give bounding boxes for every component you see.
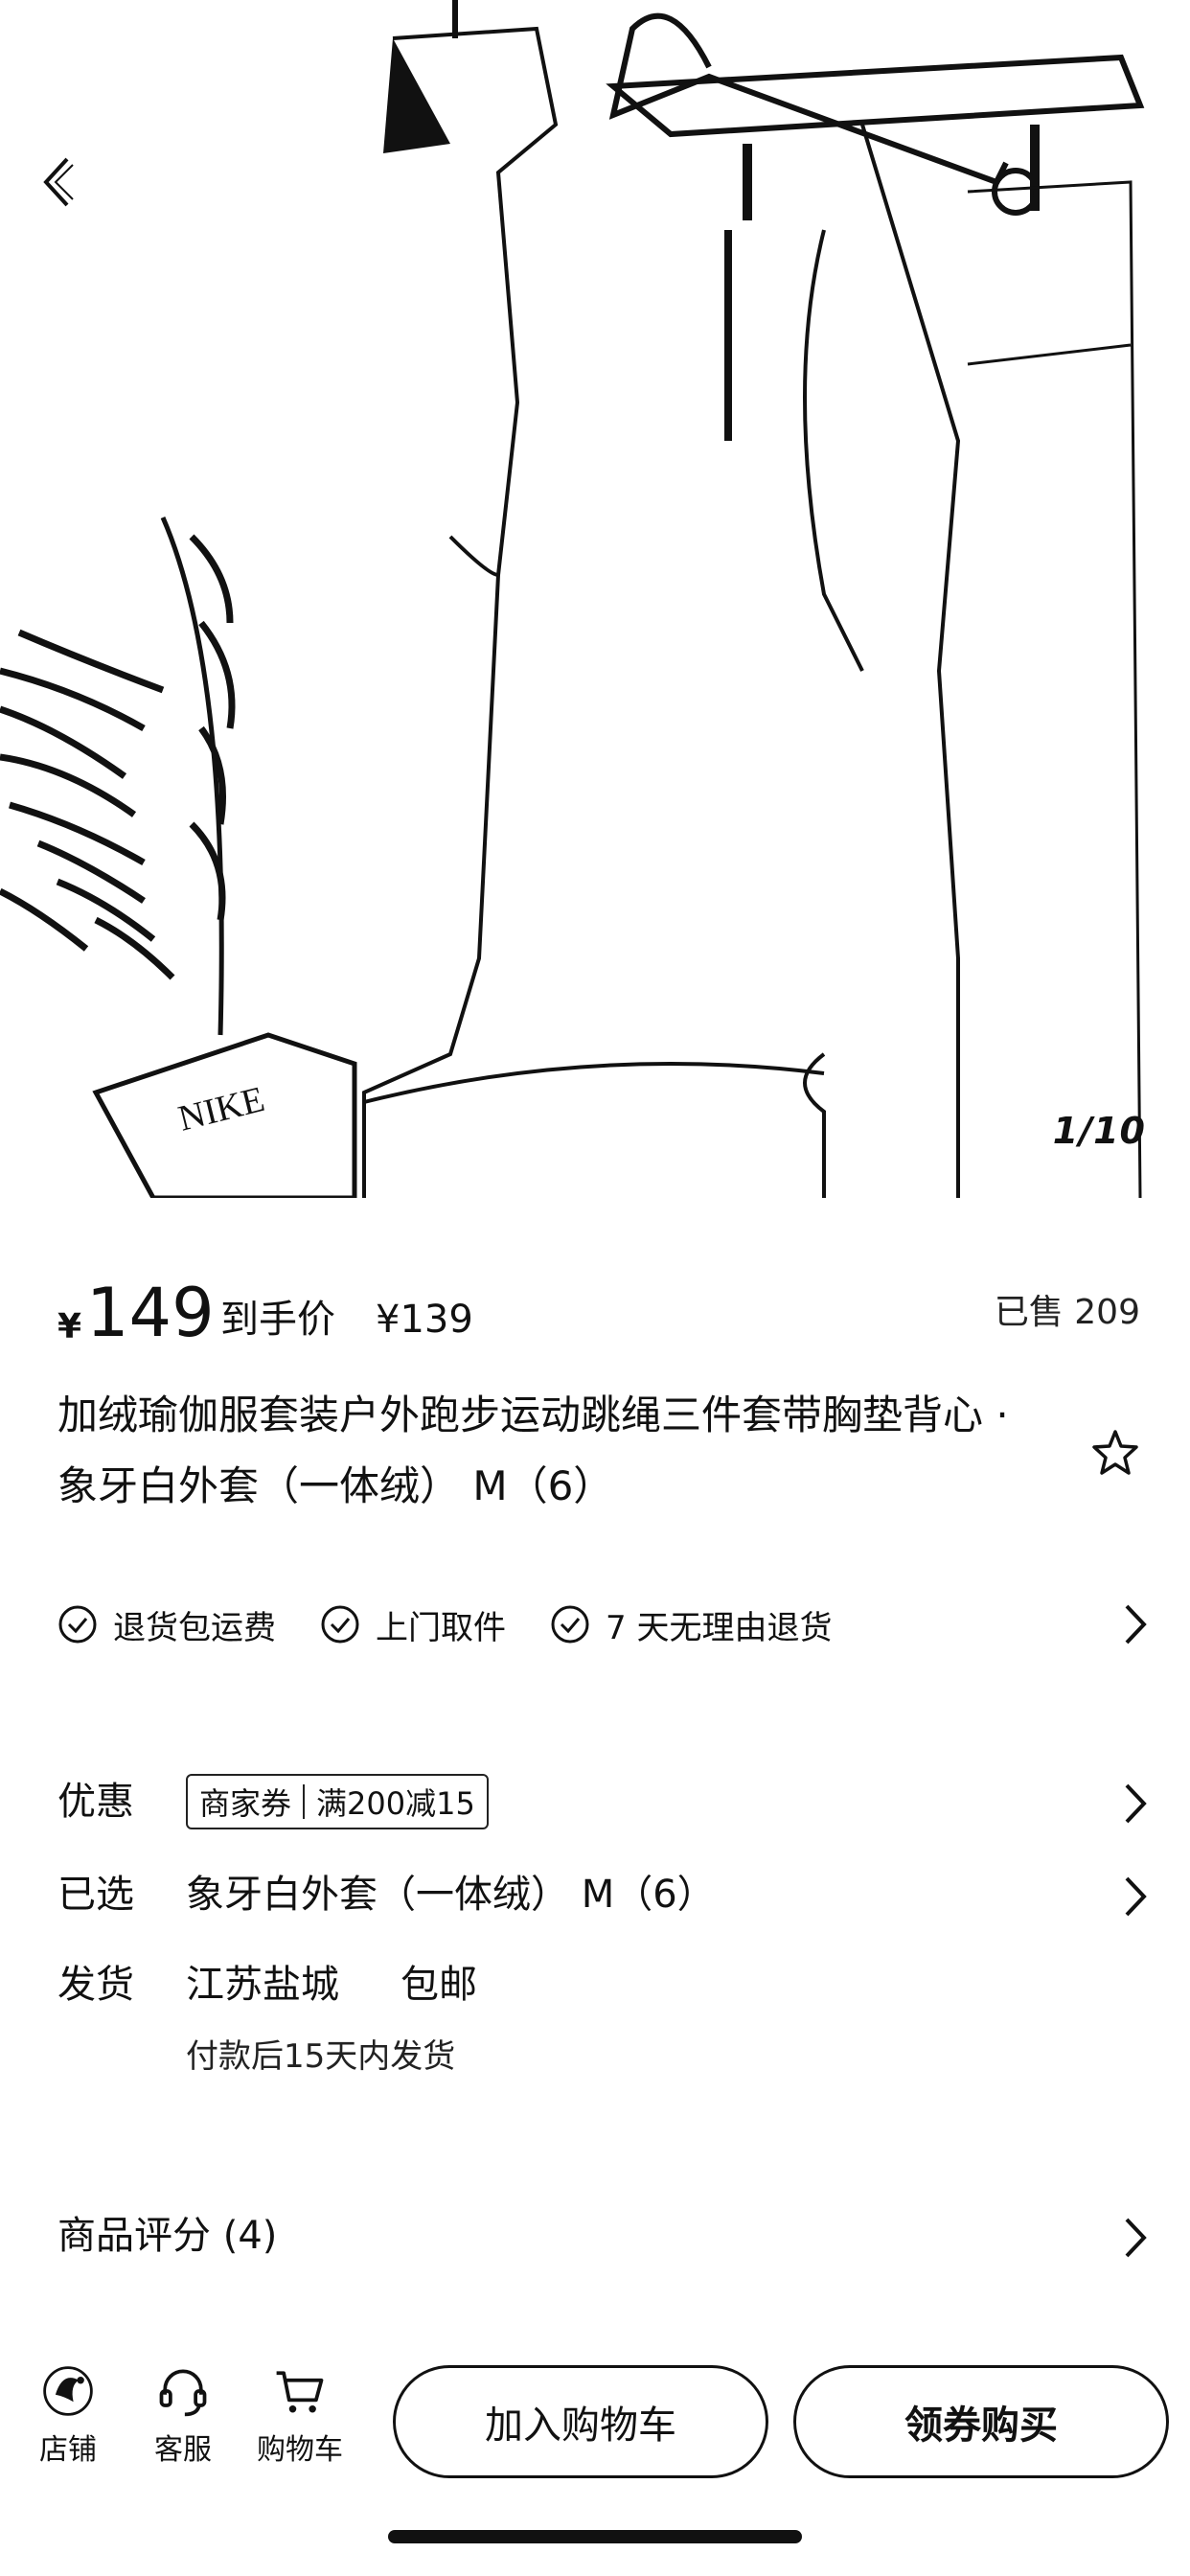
shipping-row: 发货 江苏盐城 包邮 (57, 1951, 1150, 2018)
reviews-row[interactable]: 商品评分 (4) (57, 2202, 1150, 2269)
headset-icon (159, 2369, 207, 2417)
cart-button[interactable]: 购物车 (247, 2362, 353, 2468)
add-to-cart-button[interactable]: 加入购物车 (393, 2365, 768, 2478)
free-shipping: 包邮 (400, 1963, 477, 2007)
coupon-badge: 商家券 满200减15 (186, 1774, 489, 1829)
offers-label: 优惠 (57, 1780, 134, 1824)
shop-label: 店铺 (39, 2433, 97, 2467)
shipping-label: 发货 (57, 1963, 134, 2007)
check-circle-icon (321, 1605, 359, 1644)
cart-icon (276, 2371, 324, 2413)
check-circle-icon (551, 1605, 589, 1644)
coupon-text: 满200减15 (316, 1785, 475, 1822)
net-price: ¥139 (376, 1298, 473, 1342)
coupon-buy-button[interactable]: 领券购买 (793, 2365, 1169, 2478)
chevron-right-icon (1125, 1783, 1147, 1824)
chevron-right-icon (1125, 2218, 1147, 2258)
coupon-tag: 商家券 (199, 1785, 292, 1822)
shop-button[interactable]: 店铺 (15, 2362, 121, 2468)
service-label: 退货包运费 (113, 1608, 276, 1647)
selected-label: 已选 (57, 1873, 134, 1917)
service-label: 7 天无理由退货 (606, 1608, 833, 1647)
service-item: 上门取件 (320, 1601, 506, 1648)
selected-value: 象牙白外套（一体绒） M（6） (186, 1873, 716, 1917)
favorite-button[interactable] (1087, 1424, 1144, 1482)
service-item: 退货包运费 (57, 1601, 276, 1648)
shipping-time: 付款后15天内发货 (186, 2037, 456, 2076)
shop-logo-icon (43, 2366, 93, 2416)
cart-label: 购物车 (257, 2433, 343, 2467)
price-currency: ¥ (57, 1307, 82, 1346)
offers-row[interactable]: 优惠 商家券 满200减15 (57, 1768, 1150, 1835)
chevron-right-icon (1125, 1604, 1147, 1644)
service-item: 7 天无理由退货 (550, 1601, 832, 1648)
service-button-label: 客服 (154, 2433, 212, 2467)
product-photo: NIKE (0, 0, 1145, 1198)
net-price-label: 到手价 (220, 1298, 335, 1342)
chevron-left-icon (43, 157, 74, 207)
star-icon (1092, 1430, 1138, 1475)
home-indicator[interactable] (388, 2530, 802, 2543)
image-counter: 1/10 (1052, 1110, 1146, 1152)
price-amount: 149 (86, 1274, 215, 1352)
shipping-from: 江苏盐城 (186, 1963, 339, 2007)
back-button[interactable] (38, 153, 115, 230)
selected-spec-row[interactable]: 已选 象牙白外套（一体绒） M（6） (57, 1861, 1150, 1928)
service-guarantees[interactable]: 退货包运费 上门取件 7 天无理由退货 (57, 1591, 1150, 1658)
check-circle-icon (58, 1605, 97, 1644)
price-row: ¥ 149 到手价 ¥139 已售 209 (57, 1275, 1140, 1351)
product-title: 加绒瑜伽服套装户外跑步运动跳绳三件套带胸垫背心 · 象牙白外套（一体绒） M（6… (57, 1392, 1009, 1509)
chevron-right-icon (1125, 1876, 1147, 1917)
customer-service-button[interactable]: 客服 (130, 2362, 236, 2468)
service-label: 上门取件 (376, 1608, 506, 1647)
product-image-gallery[interactable]: NIKE 1/10 (0, 0, 1190, 1198)
sold-count: 已售 209 (994, 1293, 1140, 1332)
reviews-label: 商品评分 (4) (57, 2214, 278, 2258)
